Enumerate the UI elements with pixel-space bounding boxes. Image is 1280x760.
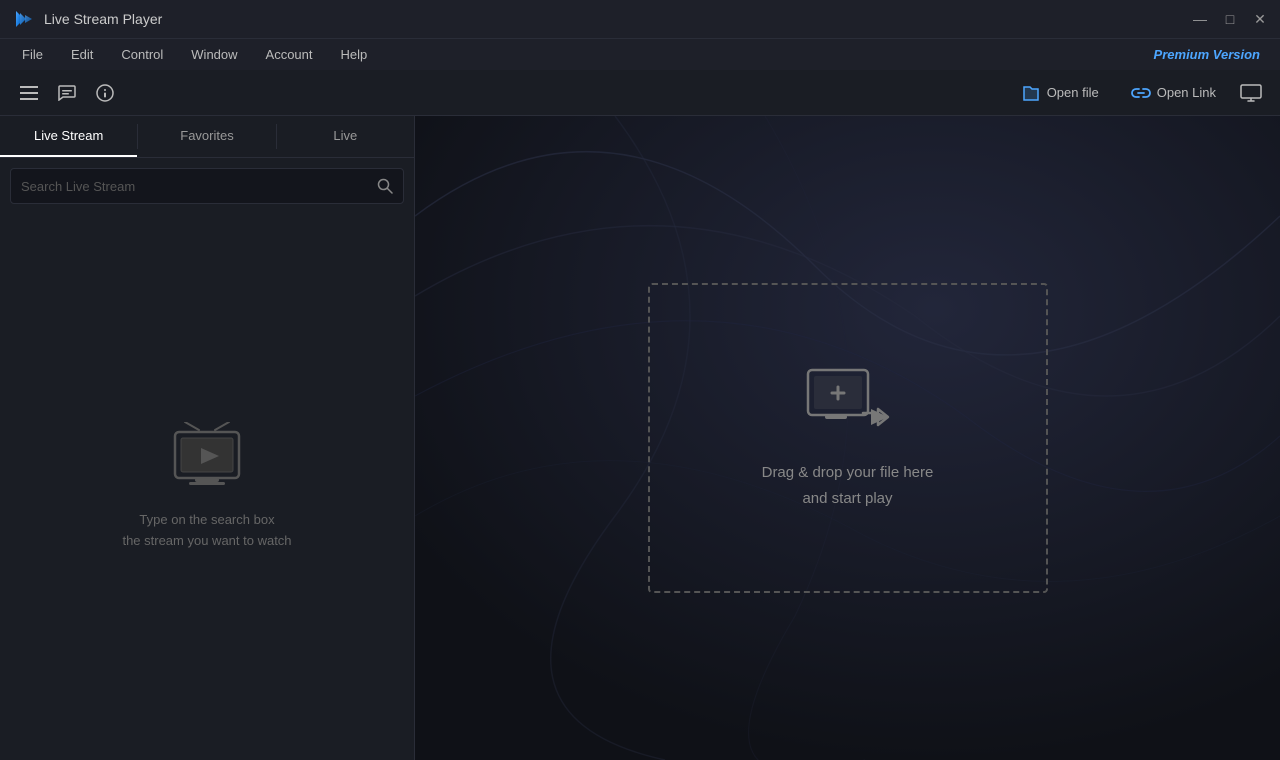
drop-zone-text: Drag & drop your file here and start pla… <box>762 460 934 511</box>
open-link-button[interactable]: Open Link <box>1117 77 1230 109</box>
cast-button[interactable] <box>1234 76 1268 110</box>
menu-account[interactable]: Account <box>252 43 327 66</box>
open-link-label: Open Link <box>1157 85 1216 100</box>
search-input[interactable] <box>21 179 371 194</box>
drop-line2: and start play <box>762 486 934 512</box>
search-button[interactable] <box>377 178 393 194</box>
drop-line1: Drag & drop your file here <box>762 460 934 486</box>
tab-live[interactable]: Live <box>277 116 414 157</box>
menu-help[interactable]: Help <box>327 43 382 66</box>
premium-version-label: Premium Version <box>1154 47 1272 62</box>
toolbar: Open file Open Link <box>0 70 1280 116</box>
tab-bar: Live Stream Favorites Live <box>0 116 414 158</box>
menu-bar: File Edit Control Window Account Help Pr… <box>0 38 1280 70</box>
open-link-icon <box>1131 83 1151 103</box>
tab-favorites[interactable]: Favorites <box>138 116 275 157</box>
tv-icon <box>167 422 247 494</box>
tab-live-stream[interactable]: Live Stream <box>0 116 137 157</box>
info-button[interactable] <box>88 76 122 110</box>
search-box <box>10 168 404 204</box>
title-bar: Live Stream Player — □ ✕ <box>0 0 1280 38</box>
close-button[interactable]: ✕ <box>1252 11 1268 27</box>
open-file-button[interactable]: Open file <box>1007 77 1113 109</box>
open-file-icon <box>1021 83 1041 103</box>
search-container <box>0 158 414 214</box>
open-file-label: Open file <box>1047 85 1099 100</box>
menu-window[interactable]: Window <box>177 43 251 66</box>
app-logo <box>12 7 36 31</box>
menu-edit[interactable]: Edit <box>57 43 107 66</box>
left-empty-text: Type on the search boxthe stream you wan… <box>122 510 291 552</box>
maximize-button[interactable]: □ <box>1222 11 1238 27</box>
chat-button[interactable] <box>50 76 84 110</box>
menu-control[interactable]: Control <box>107 43 177 66</box>
app-title: Live Stream Player <box>44 11 1178 27</box>
left-panel-empty-state: Type on the search boxthe stream you wan… <box>0 214 414 760</box>
menu-file[interactable]: File <box>8 43 57 66</box>
drop-zone[interactable]: Drag & drop your file here and start pla… <box>648 283 1048 593</box>
main-layout: Live Stream Favorites Live <box>0 116 1280 760</box>
right-panel: Drag & drop your file here and start pla… <box>415 116 1280 760</box>
left-panel: Live Stream Favorites Live <box>0 116 415 760</box>
hamburger-menu-button[interactable] <box>12 76 46 110</box>
minimize-button[interactable]: — <box>1192 11 1208 27</box>
drop-icon <box>803 365 893 440</box>
